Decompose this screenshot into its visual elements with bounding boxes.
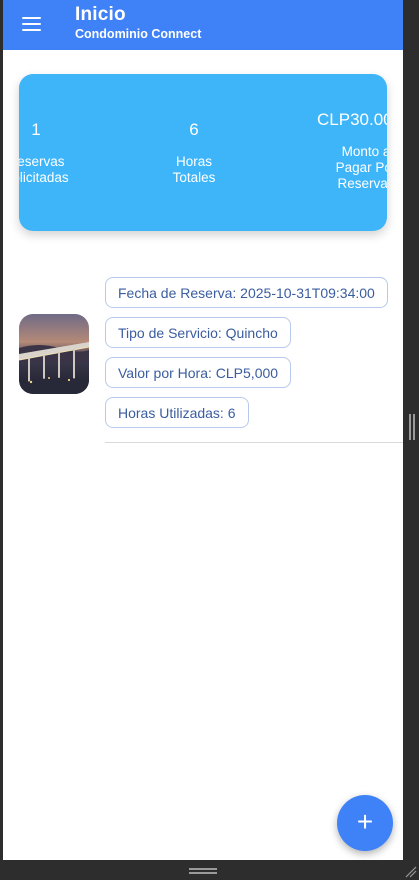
stat-hours: 6 Horas Totales <box>159 120 229 186</box>
add-reservation-button[interactable]: + <box>337 795 393 851</box>
reservation-service-chip: Tipo de Servicio: Quincho <box>105 317 291 348</box>
list-divider <box>105 442 403 443</box>
reservation-thumbnail[interactable] <box>19 314 89 394</box>
handle-line <box>413 414 415 440</box>
menu-icon-line <box>21 23 41 25</box>
reservation-rate-chip: Valor por Hora: CLP5,000 <box>105 357 292 388</box>
reservation-hours-chip: Horas Utilizadas: 6 <box>105 397 249 428</box>
app-screen: Inicio Condominio Connect 1 Reservas Sol… <box>3 0 403 860</box>
stats-card: 1 Reservas Solicitadas 6 Horas Totales C… <box>19 74 387 231</box>
page-title: Inicio <box>75 4 126 25</box>
side-resize-handle[interactable] <box>409 414 415 440</box>
stat-reservations-value: 1 <box>31 120 41 139</box>
menu-icon[interactable] <box>17 10 45 38</box>
app-subtitle: Condominio Connect <box>75 27 202 41</box>
resize-grip-icon[interactable] <box>405 866 417 878</box>
plus-icon: + <box>356 806 374 837</box>
stat-reservations-label: Reservas Solicitadas <box>19 154 69 185</box>
stat-hours-label: Horas Totales <box>172 154 216 185</box>
handle-line <box>189 868 217 870</box>
stat-reservations: 1 Reservas Solicitadas <box>19 120 71 186</box>
menu-icon-line <box>21 29 41 31</box>
bottom-resize-handle[interactable] <box>189 868 217 876</box>
bridge-photo <box>19 314 89 394</box>
stat-amount: CLP30.000 Monto a Pagar Por Reservas <box>311 110 387 192</box>
stat-amount-label: Monto a Pagar Por Reservas <box>335 144 387 191</box>
reservation-date-chip: Fecha de Reserva: 2025-10-31T09:34:00 <box>105 277 388 308</box>
app-bar: Inicio Condominio Connect <box>3 0 403 50</box>
stat-hours-value: 6 <box>189 120 199 139</box>
handle-line <box>189 872 217 874</box>
menu-icon-line <box>21 17 41 19</box>
handle-line <box>409 414 411 440</box>
stat-amount-value: CLP30.000 <box>317 110 387 129</box>
emulator-frame: Inicio Condominio Connect 1 Reservas Sol… <box>0 0 419 880</box>
